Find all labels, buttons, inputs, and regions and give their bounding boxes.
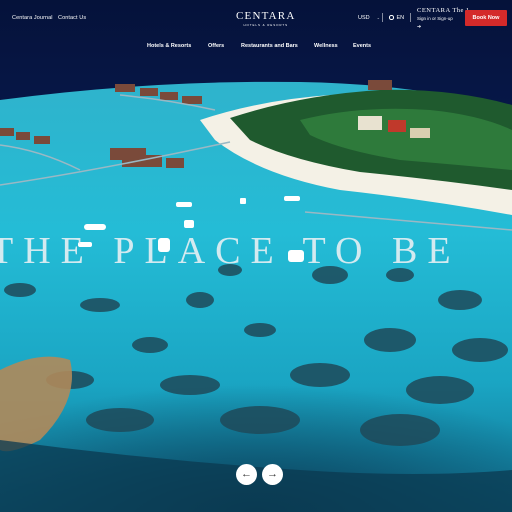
- arrow-left-icon: ←: [241, 468, 252, 480]
- main-nav: Hotels & Resorts Offers Restaurants and …: [0, 40, 512, 52]
- nav-offers[interactable]: Offers: [208, 43, 224, 49]
- carousel-next-button[interactable]: →: [262, 464, 283, 485]
- hero-headline-text: THE PLACE TO BE: [0, 230, 461, 272]
- book-now-button[interactable]: Book Now: [465, 10, 507, 26]
- nav-events[interactable]: Events: [353, 43, 371, 49]
- nav-hotels-resorts[interactable]: Hotels & Resorts: [147, 43, 191, 49]
- logo-tagline: HOTELS & RESORTS: [243, 23, 288, 27]
- chevron-down-icon: ⌄: [376, 15, 380, 20]
- divider: [410, 13, 411, 22]
- currency-selector[interactable]: USD ⌄: [358, 15, 380, 21]
- globe-icon: [389, 15, 394, 20]
- centara-logo[interactable]: CENTARA HOTELS & RESORTS: [236, 10, 296, 28]
- nav-wellness[interactable]: Wellness: [314, 43, 338, 49]
- arrow-right-icon: →: [267, 468, 278, 480]
- contact-us-link[interactable]: Contact Us: [58, 15, 86, 21]
- arrow-right-small-icon: ➔: [417, 24, 422, 30]
- centara-journal-link[interactable]: Centara Journal: [12, 15, 53, 21]
- language-selector[interactable]: EN: [389, 15, 404, 21]
- language-label: EN: [396, 15, 405, 21]
- nav-restaurants-bars[interactable]: Restaurants and Bars: [241, 43, 298, 49]
- member-brand-logo: CENTARA The 1: [417, 7, 470, 14]
- carousel-prev-button[interactable]: ←: [236, 464, 257, 485]
- member-signin[interactable]: CENTARA The 1 Sign in or Sign-up ➔: [417, 7, 470, 30]
- currency-label: USD: [358, 15, 370, 21]
- divider: [382, 13, 383, 22]
- signin-link[interactable]: Sign in or Sign-up: [417, 16, 470, 22]
- logo-wordmark: CENTARA: [236, 10, 296, 22]
